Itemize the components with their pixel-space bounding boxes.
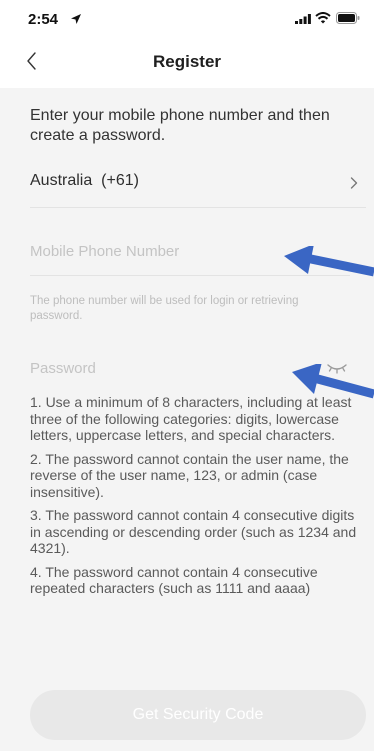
annotation-arrow <box>284 246 374 277</box>
password-rule: 4. The password cannot contain 4 consecu… <box>30 563 318 597</box>
page-title: Register <box>152 52 222 71</box>
annotation-arrow <box>292 364 374 399</box>
wifi-icon <box>315 12 331 24</box>
status-time: 2:54 <box>28 11 59 28</box>
country-label: Australia (+61) <box>30 172 139 189</box>
phone-hint: The phone number will be used for login … <box>30 295 299 322</box>
status-bar: 2:54 <box>0 0 374 34</box>
register-form: Enter your mobile phone number and then … <box>0 88 374 751</box>
password-rule: 2. The password cannot contain the user … <box>30 450 349 500</box>
nav-bar: Register <box>0 34 374 88</box>
chevron-right-icon <box>350 177 358 189</box>
get-security-code-button[interactable]: Get Security Code <box>30 690 366 740</box>
password-rules: 1. Use a minimum of 8 characters, includ… <box>30 394 364 604</box>
country-selector[interactable]: Australia (+61) <box>30 158 366 208</box>
battery-icon <box>336 12 360 24</box>
cellular-signal-icon <box>295 14 311 24</box>
password-field[interactable] <box>30 346 330 390</box>
intro-text: Enter your mobile phone number and then … <box>30 107 330 144</box>
password-rule: 3. The password cannot contain 4 consecu… <box>30 507 357 556</box>
location-arrow-icon <box>71 14 81 24</box>
